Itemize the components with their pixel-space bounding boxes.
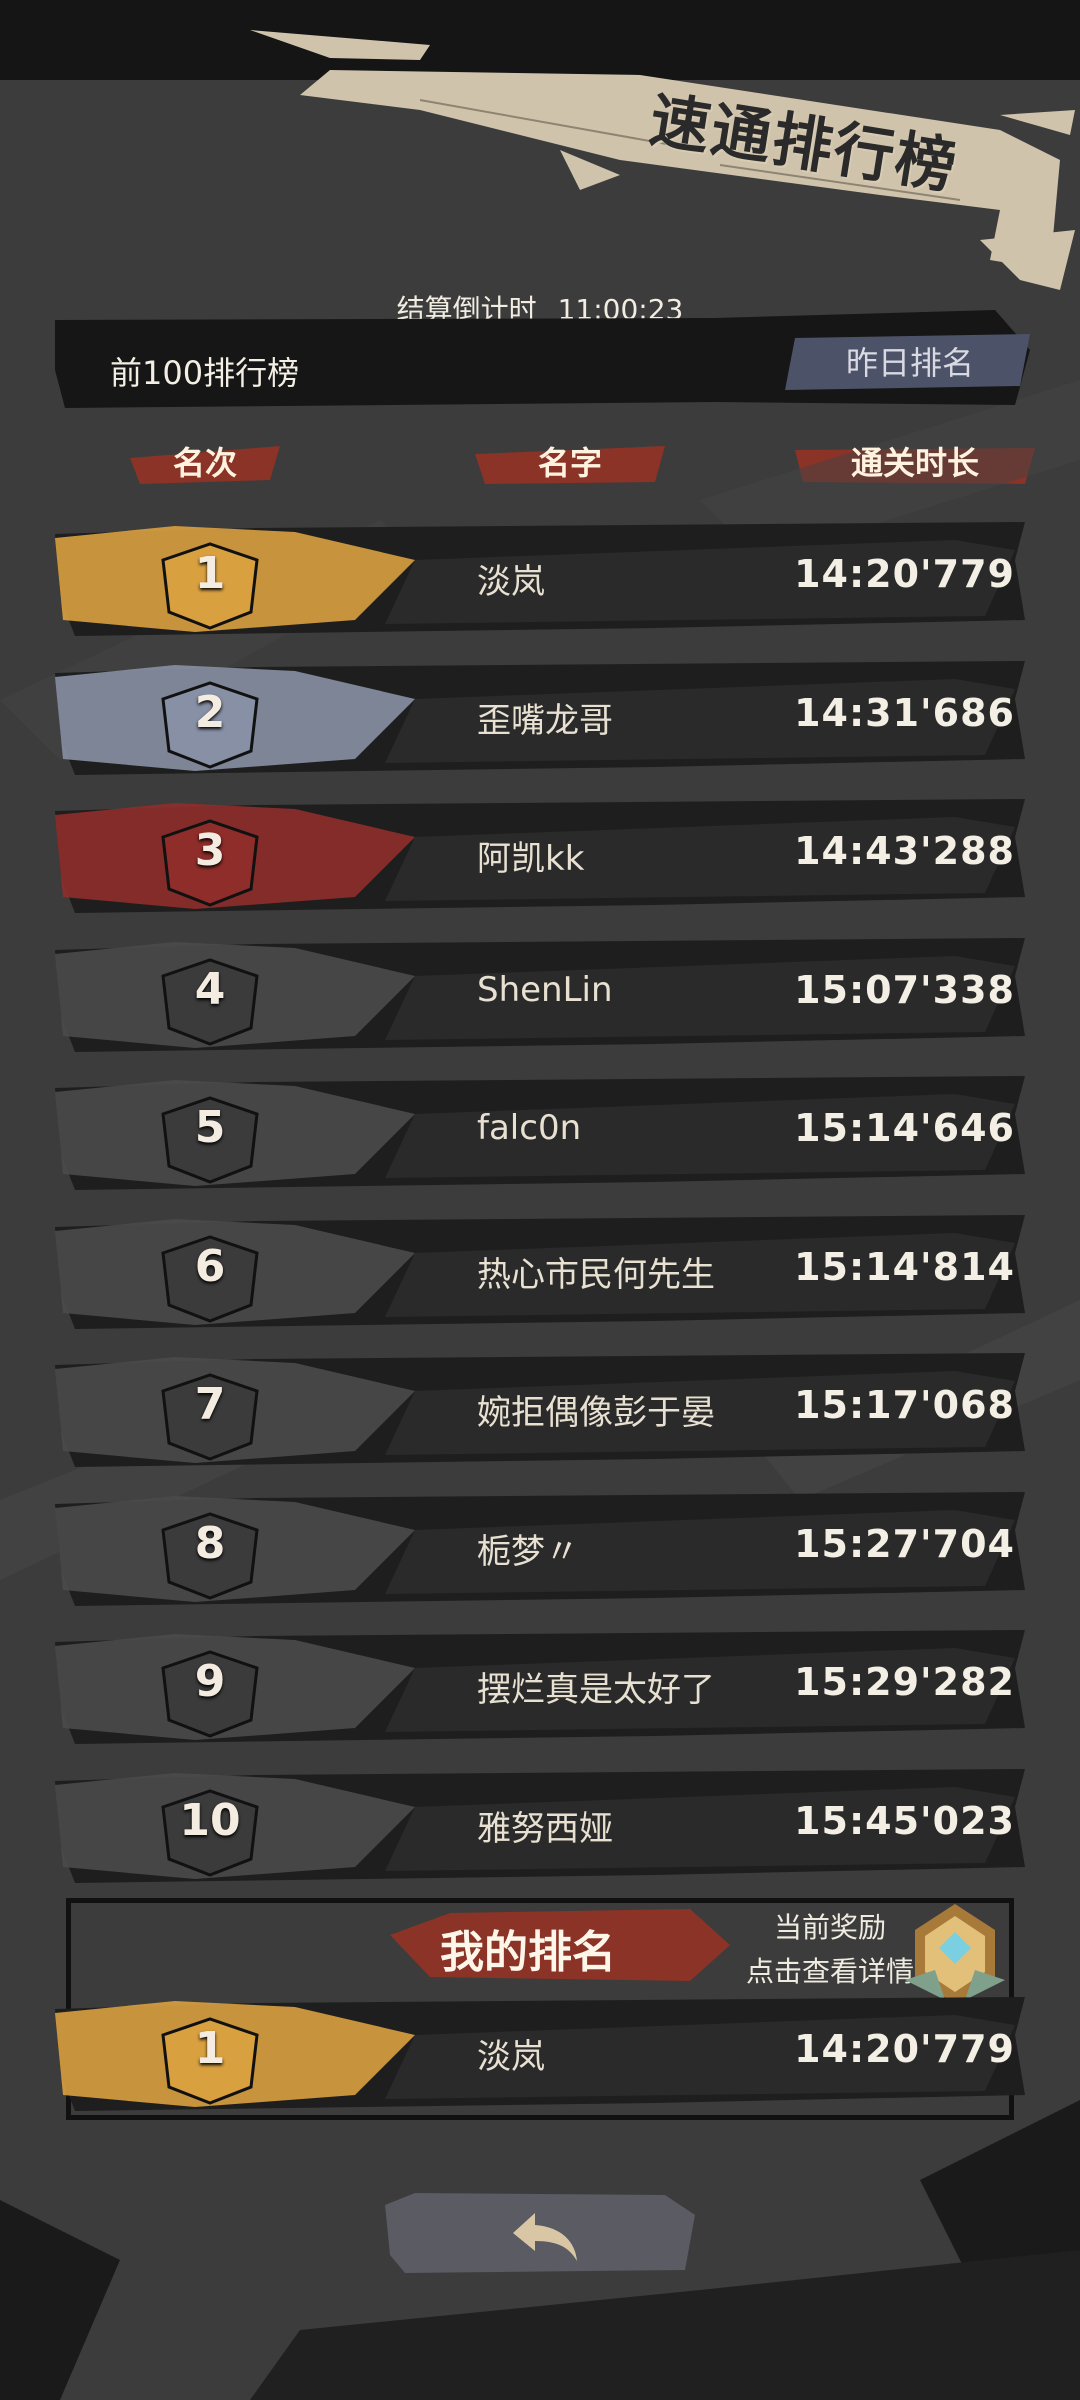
rank-number: 2 [194, 686, 226, 738]
ranking-row[interactable]: 1 淡岚 14:20'779 [55, 1995, 1025, 2113]
ranking-row[interactable]: 7 婉拒偶像彭于晏 15:17'068 [55, 1351, 1025, 1469]
clear-time: 14:20'779 [794, 552, 1015, 596]
col-header-rank: 名次 [130, 438, 280, 484]
ranking-row[interactable]: 4 ShenLin 15:07'338 [55, 936, 1025, 1054]
rank-number: 7 [194, 1379, 226, 1430]
rank-number: 1 [194, 548, 226, 599]
player-name: 阿凯kk [477, 839, 585, 879]
my-rank-title: 我的排名 [440, 1927, 616, 1978]
col-header-name: 名字 [475, 438, 665, 484]
player-name: falc0n [477, 1108, 582, 1148]
player-name: 淡岚 [477, 2037, 545, 2077]
ranking-row[interactable]: 5 falc0n 15:14'646 [55, 1074, 1025, 1192]
rank-number: 6 [194, 1240, 226, 1292]
clear-time: 15:45'023 [794, 1798, 1015, 1843]
player-name: 雅努西娅 [477, 1808, 613, 1849]
clear-time: 15:27'704 [794, 1521, 1015, 1566]
clear-time: 14:31'686 [794, 690, 1015, 735]
clear-time: 14:20'779 [794, 2027, 1015, 2071]
player-name: 淡岚 [477, 562, 545, 602]
rank-number: 9 [194, 1656, 226, 1707]
clear-time: 15:14'646 [794, 1106, 1015, 1150]
col-header-time: 通关时长 [795, 438, 1035, 484]
ranking-row[interactable]: 10 雅努西娅 15:45'023 [55, 1767, 1025, 1885]
player-name: ShenLin [477, 969, 613, 1010]
ranking-row[interactable]: 6 热心市民何先生 15:14'814 [55, 1213, 1025, 1331]
player-name: 歪嘴龙哥 [477, 700, 613, 741]
clear-time: 15:29'282 [794, 1660, 1015, 1704]
clear-time: 15:07'338 [794, 967, 1015, 1012]
rank-number: 1 [194, 2023, 226, 2074]
ranking-row[interactable]: 2 歪嘴龙哥 14:31'686 [55, 659, 1025, 777]
reward-medal-icon[interactable] [895, 1900, 1015, 2010]
ranking-row[interactable]: 8 栀梦〃 15:27'704 [55, 1490, 1025, 1608]
rank-number: 8 [194, 1517, 226, 1569]
ranking-row[interactable]: 1 淡岚 14:20'779 [55, 520, 1025, 638]
rank-number: 4 [194, 963, 226, 1015]
player-name: 摆烂真是太好了 [477, 1670, 715, 1710]
clear-time: 15:14'814 [794, 1244, 1015, 1289]
ranking-row[interactable]: 9 摆烂真是太好了 15:29'282 [55, 1628, 1025, 1746]
rank-number: 5 [194, 1102, 226, 1153]
yesterday-rank-button[interactable]: 昨日排名 [790, 330, 1030, 396]
clear-time: 14:43'288 [794, 829, 1015, 873]
clear-time: 15:17'068 [794, 1383, 1015, 1427]
col-header-time-label: 通关时长 [850, 444, 979, 482]
rank-number: 10 [179, 1794, 241, 1846]
col-header-name-label: 名字 [537, 444, 602, 482]
board-label: 前100排行榜 [110, 354, 300, 392]
back-button[interactable] [385, 2185, 695, 2275]
player-name: 栀梦〃 [477, 1531, 579, 1572]
ranking-row[interactable]: 3 阿凯kk 14:43'288 [55, 797, 1025, 915]
col-header-rank-label: 名次 [172, 444, 237, 482]
player-name: 婉拒偶像彭于晏 [477, 1393, 715, 1433]
player-name: 热心市民何先生 [477, 1254, 715, 1295]
rank-number: 3 [194, 825, 226, 876]
